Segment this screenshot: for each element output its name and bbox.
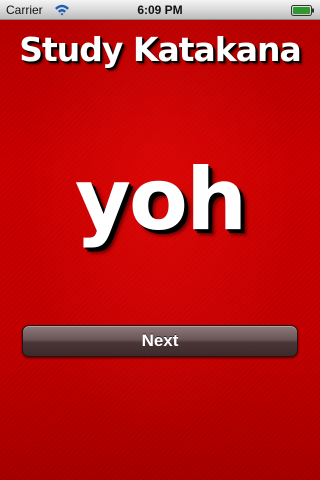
app-screen: Carrier 6:09 PM Study Katakana yoh Next (0, 0, 320, 480)
battery-icon (291, 5, 314, 16)
status-time: 6:09 PM (137, 3, 183, 17)
study-word: yoh (74, 150, 247, 250)
app-title: Study Katakana (19, 30, 302, 69)
next-button[interactable]: Next (22, 325, 298, 357)
status-bar: Carrier 6:09 PM (0, 0, 320, 20)
